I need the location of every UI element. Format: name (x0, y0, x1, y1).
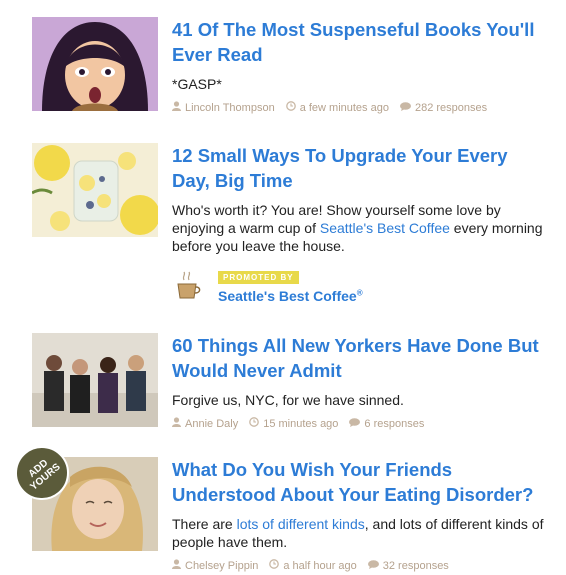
promoted-by-block: PROMOTED BY Seattle's Best Coffee® (170, 267, 546, 304)
article-title[interactable]: What Do You Wish Your Friends Understood… (172, 457, 546, 507)
article-meta: Chelsey Pippin a half hour ago 32 respon… (172, 559, 546, 572)
article-responses[interactable]: 282 responses (415, 102, 487, 114)
speech-bubble-icon (367, 559, 379, 572)
article-responses[interactable]: 32 responses (383, 560, 449, 572)
article-description: There are lots of different kinds, and l… (172, 516, 544, 550)
article-author[interactable]: Annie Daly (185, 418, 238, 430)
article-title[interactable]: 12 Small Ways To Upgrade Your Every Day,… (172, 143, 546, 193)
user-icon (172, 417, 181, 430)
user-icon (172, 101, 181, 114)
promoted-by-label: PROMOTED BY (218, 271, 299, 284)
article-meta: Lincoln Thompson a few minutes ago 282 r… (172, 101, 546, 114)
article-responses[interactable]: 6 responses (364, 418, 424, 430)
description-link[interactable]: lots of different kinds (237, 516, 365, 532)
article-meta: Annie Daly 15 minutes ago 6 responses (172, 417, 546, 430)
clock-icon (285, 101, 296, 114)
speech-bubble-icon (349, 417, 361, 430)
article-time: a half hour ago (283, 559, 357, 572)
article-description: Who's worth it? You are! Show yourself s… (172, 202, 543, 254)
article-title[interactable]: 60 Things All New Yorkers Have Done But … (172, 333, 546, 383)
article-time: a few minutes ago (299, 101, 389, 114)
article-description: *GASP* (172, 76, 222, 92)
clock-icon (249, 417, 260, 430)
article-author[interactable]: Lincoln Thompson (185, 102, 275, 114)
sponsor-logo-cup-icon[interactable] (170, 268, 206, 304)
article-title[interactable]: 41 Of The Most Suspenseful Books You'll … (172, 17, 546, 67)
speech-bubble-icon (399, 101, 411, 114)
clock-icon (269, 559, 280, 572)
article-thumbnail-group-photo[interactable] (32, 333, 158, 427)
article-description: Forgive us, NYC, for we have sinned. (172, 392, 404, 408)
article-time: 15 minutes ago (263, 417, 339, 430)
sponsor-name[interactable]: Seattle's Best Coffee® (218, 288, 363, 304)
article-thumbnail-lemons[interactable] (32, 143, 158, 237)
article-author[interactable]: Chelsey Pippin (185, 560, 258, 572)
description-link[interactable]: Seattle's Best Coffee (320, 220, 450, 236)
user-icon (172, 559, 181, 572)
article-thumbnail-cartoon[interactable] (32, 17, 158, 111)
